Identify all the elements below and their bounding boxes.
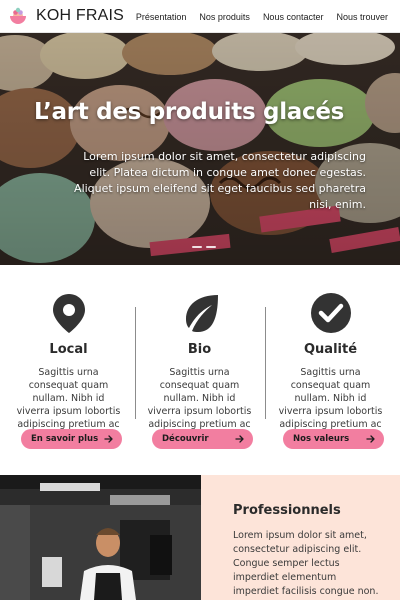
button-label: Nos valeurs (293, 434, 350, 444)
kitchen-chef-photo (0, 475, 201, 600)
button-label: Découvrir (162, 434, 209, 444)
arrow-right-icon (366, 435, 375, 443)
button-label: En savoir plus (31, 434, 99, 444)
professionals-text: Lorem ipsum dolor sit amet, consectetur … (233, 530, 379, 597)
location-pin-icon (52, 294, 85, 333)
site-header: KOH FRAIS Présentation Nos produits Nous… (0, 0, 400, 33)
main-nav: Présentation Nos produits Nous contacter… (136, 0, 388, 33)
feature-title: Bio (187, 342, 212, 357)
arrow-right-icon (104, 435, 113, 443)
professionals-title: Professionnels (233, 503, 341, 518)
nav-link-products[interactable]: Nos produits (199, 12, 250, 22)
discover-button[interactable]: Découvrir (152, 429, 253, 449)
checkmark-circle-icon (310, 293, 351, 333)
feature-title: Local (49, 342, 88, 357)
logo-icon[interactable] (8, 6, 28, 26)
hero-title: L’art des produits glacés (34, 99, 345, 125)
feature-bio: Bio Sagittis urna consequat quam nullam.… (134, 265, 265, 475)
nav-link-presentation[interactable]: Présentation (136, 12, 187, 22)
nav-link-find-us[interactable]: Nous trouver (336, 12, 388, 22)
leaf-icon (185, 295, 218, 332)
learn-more-button[interactable]: En savoir plus (21, 429, 122, 449)
professionals-section: Professionnels Lorem ipsum dolor sit ame… (0, 475, 400, 600)
brand-name[interactable]: KOH FRAIS (36, 7, 124, 25)
professionals-panel: Professionnels Lorem ipsum dolor sit ame… (201, 475, 400, 600)
hero-banner: L’art des produits glacés Lorem ipsum do… (0, 33, 400, 265)
feature-local: Local Sagittis urna consequat quam nulla… (3, 265, 134, 475)
features-section: Local Sagittis urna consequat quam nulla… (0, 265, 400, 475)
hero-description: Lorem ipsum dolor sit amet, consectetur … (74, 150, 366, 211)
feature-quality: Qualité Sagittis urna consequat quam nul… (265, 265, 396, 475)
nav-link-contact[interactable]: Nous contacter (263, 12, 324, 22)
our-values-button[interactable]: Nos valeurs (283, 429, 384, 449)
slider-dot[interactable] (192, 246, 202, 248)
feature-title: Qualité (303, 342, 358, 357)
arrow-right-icon (235, 435, 244, 443)
slider-indicator[interactable] (192, 246, 216, 248)
slider-dot[interactable] (206, 246, 216, 248)
